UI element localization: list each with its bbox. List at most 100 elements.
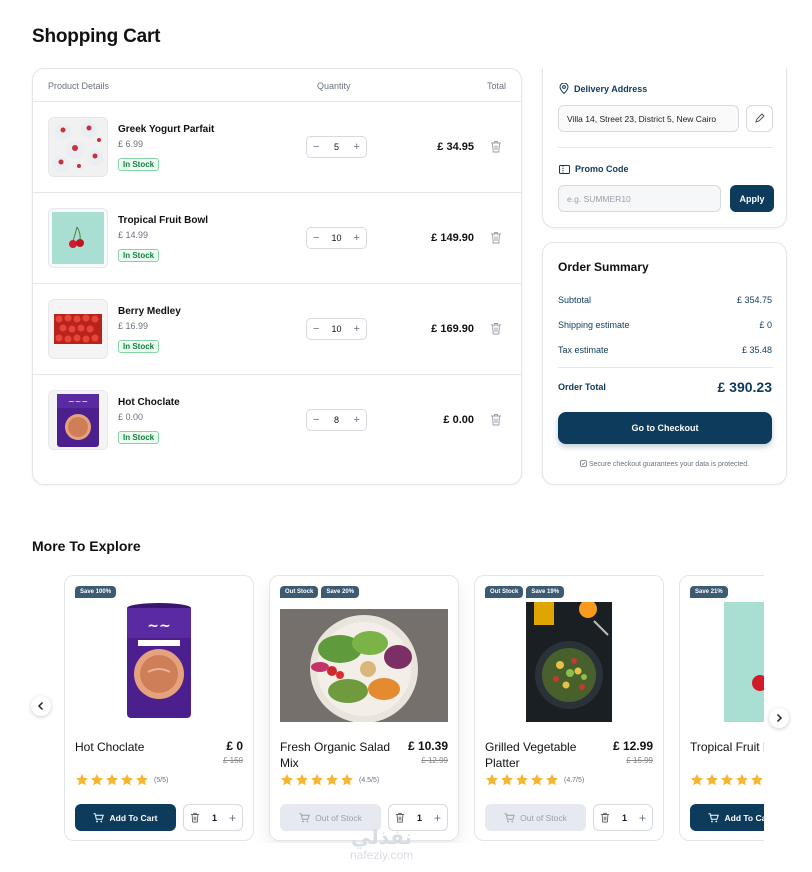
product-card[interactable]: Save 100% ~~ Hot Choclate £ 0 £ 150 (5/5… <box>64 575 254 841</box>
order-summary-title: Order Summary <box>558 260 649 274</box>
star-icon <box>516 774 528 786</box>
tax-row: Tax estimate £ 35.48 <box>558 345 772 355</box>
shipping-value: £ 0 <box>759 320 772 330</box>
quantity-value[interactable]: 1 <box>212 813 217 823</box>
delivery-card: Delivery Address Villa 14, Street 23, Di… <box>542 68 787 228</box>
save-badge: Save 19% <box>526 586 565 598</box>
cart-table: Product Details Quantity Total Greek Yog… <box>32 68 522 485</box>
shield-check-icon <box>579 460 587 467</box>
star-icon <box>91 774 103 786</box>
quantity-value[interactable]: 8 <box>334 415 339 425</box>
out-of-stock-button[interactable]: Out of Stock <box>485 804 586 831</box>
quantity-value[interactable]: 10 <box>331 233 341 243</box>
trash-icon[interactable] <box>190 812 200 823</box>
product-unit-price: £ 6.99 <box>118 139 144 149</box>
star-icon <box>751 774 763 786</box>
product-unit-price: £ 14.99 <box>118 230 149 240</box>
location-pin-icon <box>559 83 569 94</box>
stock-badge: In Stock <box>118 431 160 444</box>
product-name: Tropical Fruit Bowl <box>118 215 209 226</box>
out-of-stock-label: Out of Stock <box>315 812 362 823</box>
page-title: Shopping Cart <box>32 26 161 47</box>
increase-button[interactable]: + <box>354 141 360 153</box>
product-image-salad <box>280 609 448 722</box>
product-unit-price: £ 16.99 <box>118 321 149 331</box>
promo-code-text: Promo Code <box>575 164 629 174</box>
product-card[interactable]: Out Stock Save 20% Fresh Organic Salad M… <box>269 575 459 841</box>
quantity-value[interactable]: 1 <box>622 813 627 823</box>
product-old-price: £ 150 <box>222 756 243 765</box>
trash-icon[interactable] <box>490 322 502 335</box>
star-icon <box>296 774 308 786</box>
quantity-stepper: 1 + <box>593 804 653 831</box>
cart-table-header: Product Details Quantity Total <box>33 69 521 102</box>
increase-button[interactable]: + <box>354 232 360 244</box>
address-field[interactable]: Villa 14, Street 23, District 5, New Cai… <box>558 105 739 132</box>
product-image-grilled-vegetables <box>485 602 653 722</box>
product-image-fruit-bowl <box>724 602 764 722</box>
add-to-cart-label: Add To Cart <box>109 812 158 823</box>
add-to-cart-button[interactable]: Add To Cart <box>690 804 764 831</box>
product-card[interactable]: Out Stock Save 19% Grilled Vegetable Pla… <box>474 575 664 841</box>
star-icon <box>281 774 293 786</box>
chevron-right-icon <box>776 713 783 723</box>
out-of-stock-badge: Out Stock <box>280 586 319 598</box>
star-icon <box>546 774 558 786</box>
subtotal-label: Subtotal <box>558 295 592 305</box>
decrease-button[interactable]: − <box>313 323 319 335</box>
trash-icon[interactable] <box>395 812 405 823</box>
checkout-button[interactable]: Go to Checkout <box>558 412 772 444</box>
star-icon <box>501 774 513 786</box>
edit-address-button[interactable] <box>746 105 773 132</box>
pencil-icon <box>755 113 765 123</box>
decrease-button[interactable]: − <box>313 414 319 426</box>
watermark-arabic: نفذلي <box>350 827 413 849</box>
increase-button[interactable]: + <box>229 811 236 825</box>
product-carousel: Save 100% ~~ Hot Choclate £ 0 £ 150 (5/5… <box>64 575 764 843</box>
add-to-cart-button[interactable]: Add To Cart <box>75 804 176 831</box>
decrease-button[interactable]: − <box>313 141 319 153</box>
increase-button[interactable]: + <box>354 414 360 426</box>
quantity-value[interactable]: 10 <box>331 324 341 334</box>
promo-code-input[interactable]: e.g. SUMMER10 <box>558 185 721 212</box>
star-icon <box>691 774 703 786</box>
subtotal-row: Subtotal £ 354.75 <box>558 295 772 305</box>
cart-row: Greek Yogurt Parfait £ 6.99 In Stock − 5… <box>33 102 521 193</box>
stock-badge: In Stock <box>118 249 160 262</box>
increase-button[interactable]: + <box>434 811 441 825</box>
quantity-value[interactable]: 1 <box>417 813 422 823</box>
line-total: £ 0.00 <box>443 414 474 426</box>
cart-icon <box>504 812 515 822</box>
quantity-value[interactable]: 5 <box>334 142 339 152</box>
trash-icon[interactable] <box>490 413 502 426</box>
rating-stars: (4.7/5) <box>485 773 584 787</box>
save-badge: Save 100% <box>75 586 117 598</box>
star-icon <box>121 774 133 786</box>
trash-icon[interactable] <box>490 231 502 244</box>
star-icon <box>136 774 148 786</box>
star-icon <box>486 774 498 786</box>
subtotal-value: £ 354.75 <box>736 295 772 305</box>
apply-button[interactable]: Apply <box>730 185 774 212</box>
increase-button[interactable]: + <box>639 811 646 825</box>
decrease-button[interactable]: − <box>313 232 319 244</box>
cart-icon <box>299 812 310 822</box>
product-old-price: £ 12.99 <box>421 756 448 765</box>
product-thumbnail-berry <box>48 299 108 359</box>
product-thumbnail-yogurt <box>48 117 108 177</box>
trash-icon[interactable] <box>600 812 610 823</box>
order-total-label: Order Total <box>558 382 606 392</box>
star-icon <box>311 774 323 786</box>
rating-stars: (4.5/5) <box>280 773 379 787</box>
trash-icon[interactable] <box>490 140 502 153</box>
svg-text:~~~: ~~~ <box>68 397 88 406</box>
increase-button[interactable]: + <box>354 323 360 335</box>
order-total-row: Order Total £ 390.23 <box>558 379 772 395</box>
product-name: Grilled Vegetable Platter <box>485 740 577 770</box>
quantity-stepper: − 10 + <box>306 227 367 249</box>
carousel-next-button[interactable] <box>769 708 789 728</box>
shipping-row: Shipping estimate £ 0 <box>558 320 772 330</box>
product-card[interactable]: Save 21% Tropical Fruit Bowl Add To Cart <box>679 575 764 841</box>
cart-row: ~~~ Hot Choclate £ 0.00 In Stock − 8 + £… <box>33 375 521 466</box>
carousel-prev-button[interactable] <box>31 696 51 716</box>
